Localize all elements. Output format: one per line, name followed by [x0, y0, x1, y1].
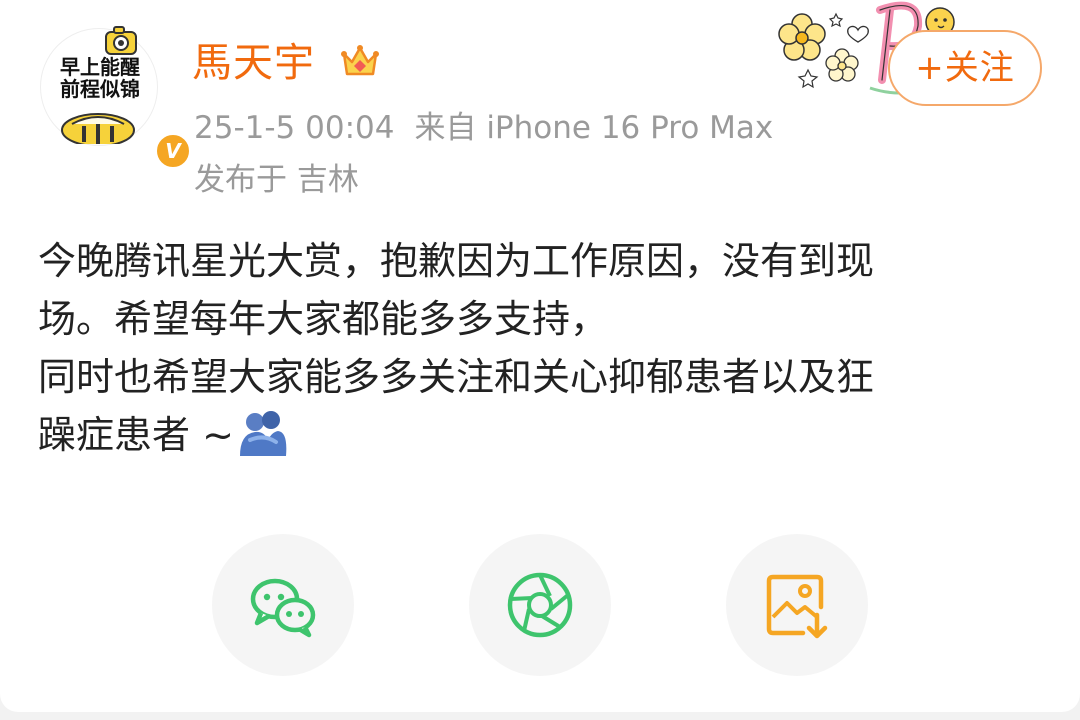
flower-icon	[778, 13, 826, 61]
post-content-line: 场。希望每年大家都能多多支持，	[38, 297, 609, 341]
bee-character-icon	[61, 113, 135, 144]
post-content-text: 躁症患者 ~	[38, 413, 234, 457]
post-meta: 25-1-5 00:04 来自 iPhone 16 Pro Max	[194, 108, 773, 148]
wechat-icon	[250, 578, 316, 638]
post-location: 发布于 吉林	[194, 162, 359, 198]
flower-icon-2	[825, 48, 859, 82]
camera-icon	[105, 26, 137, 55]
post-source: 来自 iPhone 16 Pro Max	[414, 110, 774, 146]
post-content-line: 今晚腾讯星光大赏，抱歉因为工作原因，没有到现	[38, 239, 875, 283]
save-image-button[interactable]	[726, 534, 868, 676]
save-image-icon	[766, 574, 828, 639]
avatar-caption-line1: 早上能醒	[60, 55, 140, 79]
avatar-caption-line2: 前程似锦	[60, 77, 140, 101]
avatar[interactable]: 早上能醒 前程似锦 V	[40, 20, 192, 170]
verified-badge: V	[154, 132, 192, 170]
post-content-line: 同时也希望大家能多多关注和关心抑郁患者以及狂	[38, 355, 875, 399]
author-name[interactable]: 馬天宇	[192, 38, 315, 88]
people-hugging-emoji	[239, 411, 287, 456]
crown-icon	[341, 45, 379, 76]
post-card: 早上能醒 前程似锦 V 馬天宇 25-1-5 00:04 来自 iPhone 16…	[0, 0, 1080, 712]
follow-button[interactable]: +关注	[888, 30, 1042, 106]
moments-aperture-icon	[507, 572, 573, 638]
post-content: 今晚腾讯星光大赏，抱歉因为工作原因，没有到现 场。希望每年大家都能多多支持， 同…	[38, 232, 1048, 464]
moments-share-button[interactable]	[469, 534, 611, 676]
avatar-caption: 早上能醒 前程似锦	[50, 56, 150, 100]
wechat-share-button[interactable]	[212, 534, 354, 676]
post-content-line-last: 躁症患者 ~	[38, 406, 1048, 464]
post-time: 25-1-5 00:04	[194, 110, 395, 146]
